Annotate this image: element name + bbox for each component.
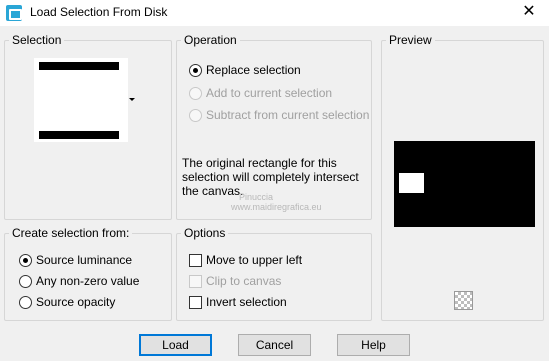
radio-add-to-selection: Add to current selection	[189, 86, 332, 100]
app-icon	[6, 5, 22, 21]
radio-source-luminance[interactable]: Source luminance	[19, 253, 132, 267]
checkbox-invert-selection[interactable]: Invert selection	[189, 295, 287, 309]
radio-replace-selection[interactable]: Replace selection	[189, 63, 301, 77]
radio-button[interactable]	[189, 63, 202, 77]
watermark: Pinuccia www.maidiregrafica.eu	[211, 192, 322, 212]
radio-label: Replace selection	[206, 63, 301, 77]
radio-label: Subtract from current selection	[206, 108, 370, 122]
title-bar: Load Selection From Disk ✕	[0, 0, 549, 26]
create-from-legend: Create selection from:	[9, 227, 133, 239]
watermark-url: www.maidiregrafica.eu	[231, 202, 322, 212]
close-button[interactable]: ✕	[509, 0, 549, 26]
dropdown-arrow-icon[interactable]	[129, 98, 135, 101]
radio-source-opacity[interactable]: Source opacity	[19, 295, 115, 309]
checkbox-label: Clip to canvas	[206, 274, 282, 288]
selection-thumbnail-bottom-bar	[39, 131, 119, 139]
checkbox-label: Invert selection	[206, 295, 287, 309]
preview-legend: Preview	[386, 34, 435, 46]
radio-button	[189, 86, 202, 100]
watermark-name: Pinuccia	[239, 192, 274, 202]
help-button[interactable]: Help	[337, 334, 410, 356]
operation-legend: Operation	[181, 34, 240, 46]
radio-label: Add to current selection	[206, 86, 333, 100]
radio-subtract-from-selection: Subtract from current selection	[189, 108, 369, 122]
radio-button[interactable]	[19, 253, 32, 267]
selection-legend: Selection	[9, 34, 65, 46]
description-line: selection will completely intersect	[182, 170, 359, 184]
radio-any-non-zero[interactable]: Any non-zero value	[19, 274, 139, 288]
checkbox	[189, 274, 202, 288]
checkbox[interactable]	[189, 295, 202, 309]
preview-selection	[399, 173, 424, 193]
radio-button[interactable]	[19, 274, 32, 288]
radio-button[interactable]	[19, 295, 32, 309]
radio-label: Any non-zero value	[36, 274, 140, 288]
window-title: Load Selection From Disk	[30, 5, 168, 19]
radio-button	[189, 108, 202, 122]
checkerboard-icon[interactable]	[454, 291, 473, 310]
description-line: The original rectangle for this	[182, 156, 337, 170]
checkbox-clip-to-canvas: Clip to canvas	[189, 274, 281, 288]
cancel-button[interactable]: Cancel	[238, 334, 311, 356]
radio-label: Source opacity	[36, 295, 116, 309]
radio-label: Source luminance	[36, 253, 133, 267]
checkbox-move-to-upper-left[interactable]: Move to upper left	[189, 253, 302, 267]
options-legend: Options	[181, 227, 229, 239]
selection-thumbnail-top-bar	[39, 62, 119, 70]
selection-thumbnail-dropdown[interactable]	[34, 58, 128, 142]
load-button[interactable]: Load	[139, 334, 212, 356]
checkbox[interactable]	[189, 253, 202, 267]
checkbox-label: Move to upper left	[206, 253, 303, 267]
